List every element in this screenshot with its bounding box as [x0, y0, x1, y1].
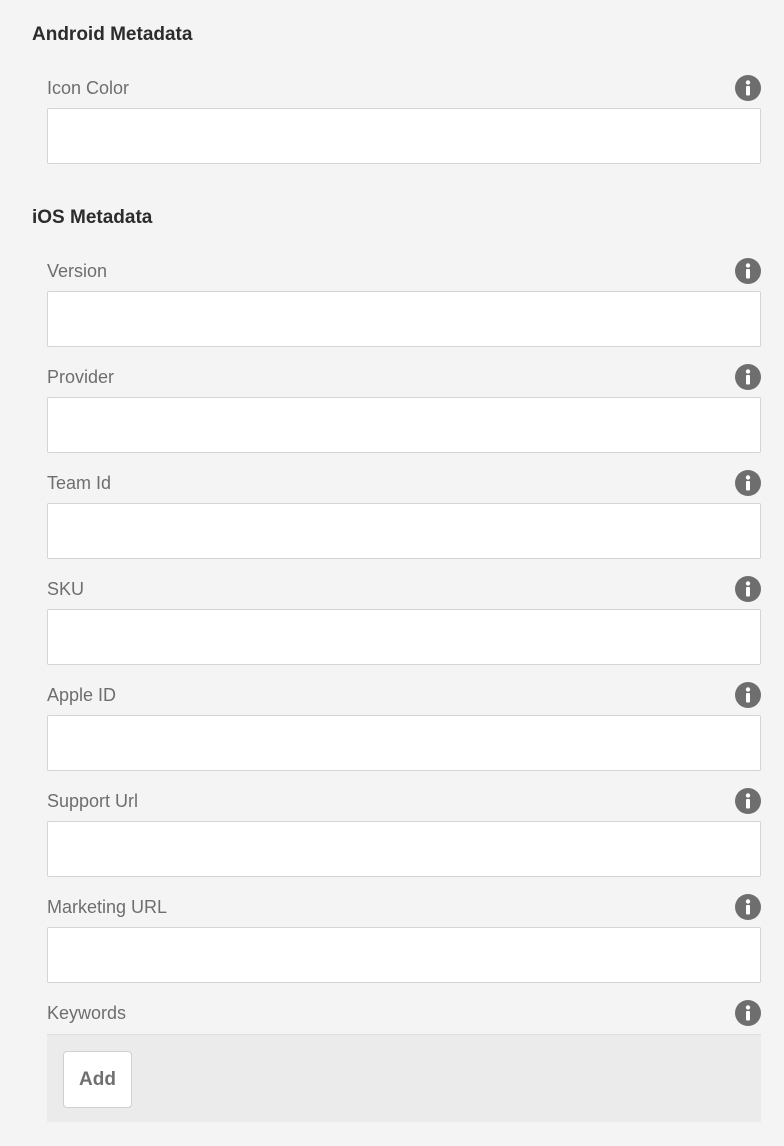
marketing-url-label: Marketing URL	[47, 897, 168, 917]
team-id-input[interactable]	[47, 503, 761, 559]
provider-label: Provider	[47, 367, 115, 387]
team-id-label: Team Id	[47, 473, 112, 493]
icon-color-input[interactable]	[47, 108, 761, 164]
info-icon[interactable]	[735, 788, 761, 814]
marketing-url-field: Marketing URL	[47, 894, 761, 983]
info-icon[interactable]	[735, 682, 761, 708]
team-id-field: Team Id	[47, 470, 761, 559]
info-icon[interactable]	[735, 1000, 761, 1026]
icon-color-field: Icon Color	[47, 75, 761, 164]
add-keyword-button[interactable]: Add	[63, 1051, 132, 1108]
marketing-url-input[interactable]	[47, 927, 761, 983]
apple-id-label: Apple ID	[47, 685, 117, 705]
info-icon[interactable]	[735, 258, 761, 284]
ios-metadata-heading: iOS Metadata	[32, 207, 153, 228]
apple-id-field: Apple ID	[47, 682, 761, 771]
support-url-label: Support Url	[47, 791, 139, 811]
info-icon[interactable]	[735, 576, 761, 602]
version-field: Version	[47, 258, 761, 347]
info-icon[interactable]	[735, 894, 761, 920]
keywords-label: Keywords	[47, 1003, 127, 1023]
provider-input[interactable]	[47, 397, 761, 453]
version-input[interactable]	[47, 291, 761, 347]
apple-id-input[interactable]	[47, 715, 761, 771]
provider-field: Provider	[47, 364, 761, 453]
support-url-field: Support Url	[47, 788, 761, 877]
info-icon[interactable]	[735, 75, 761, 101]
keywords-panel: Add	[47, 1034, 761, 1122]
sku-field: SKU	[47, 576, 761, 665]
version-label: Version	[47, 261, 108, 281]
icon-color-label: Icon Color	[47, 78, 130, 98]
sku-label: SKU	[47, 579, 85, 599]
info-icon[interactable]	[735, 364, 761, 390]
metadata-form: Android Metadata Icon Color iOS Metadata…	[0, 0, 784, 1146]
keywords-field: Keywords Add	[47, 1000, 761, 1122]
support-url-input[interactable]	[47, 821, 761, 877]
sku-input[interactable]	[47, 609, 761, 665]
info-icon[interactable]	[735, 470, 761, 496]
android-metadata-heading: Android Metadata	[32, 24, 193, 45]
